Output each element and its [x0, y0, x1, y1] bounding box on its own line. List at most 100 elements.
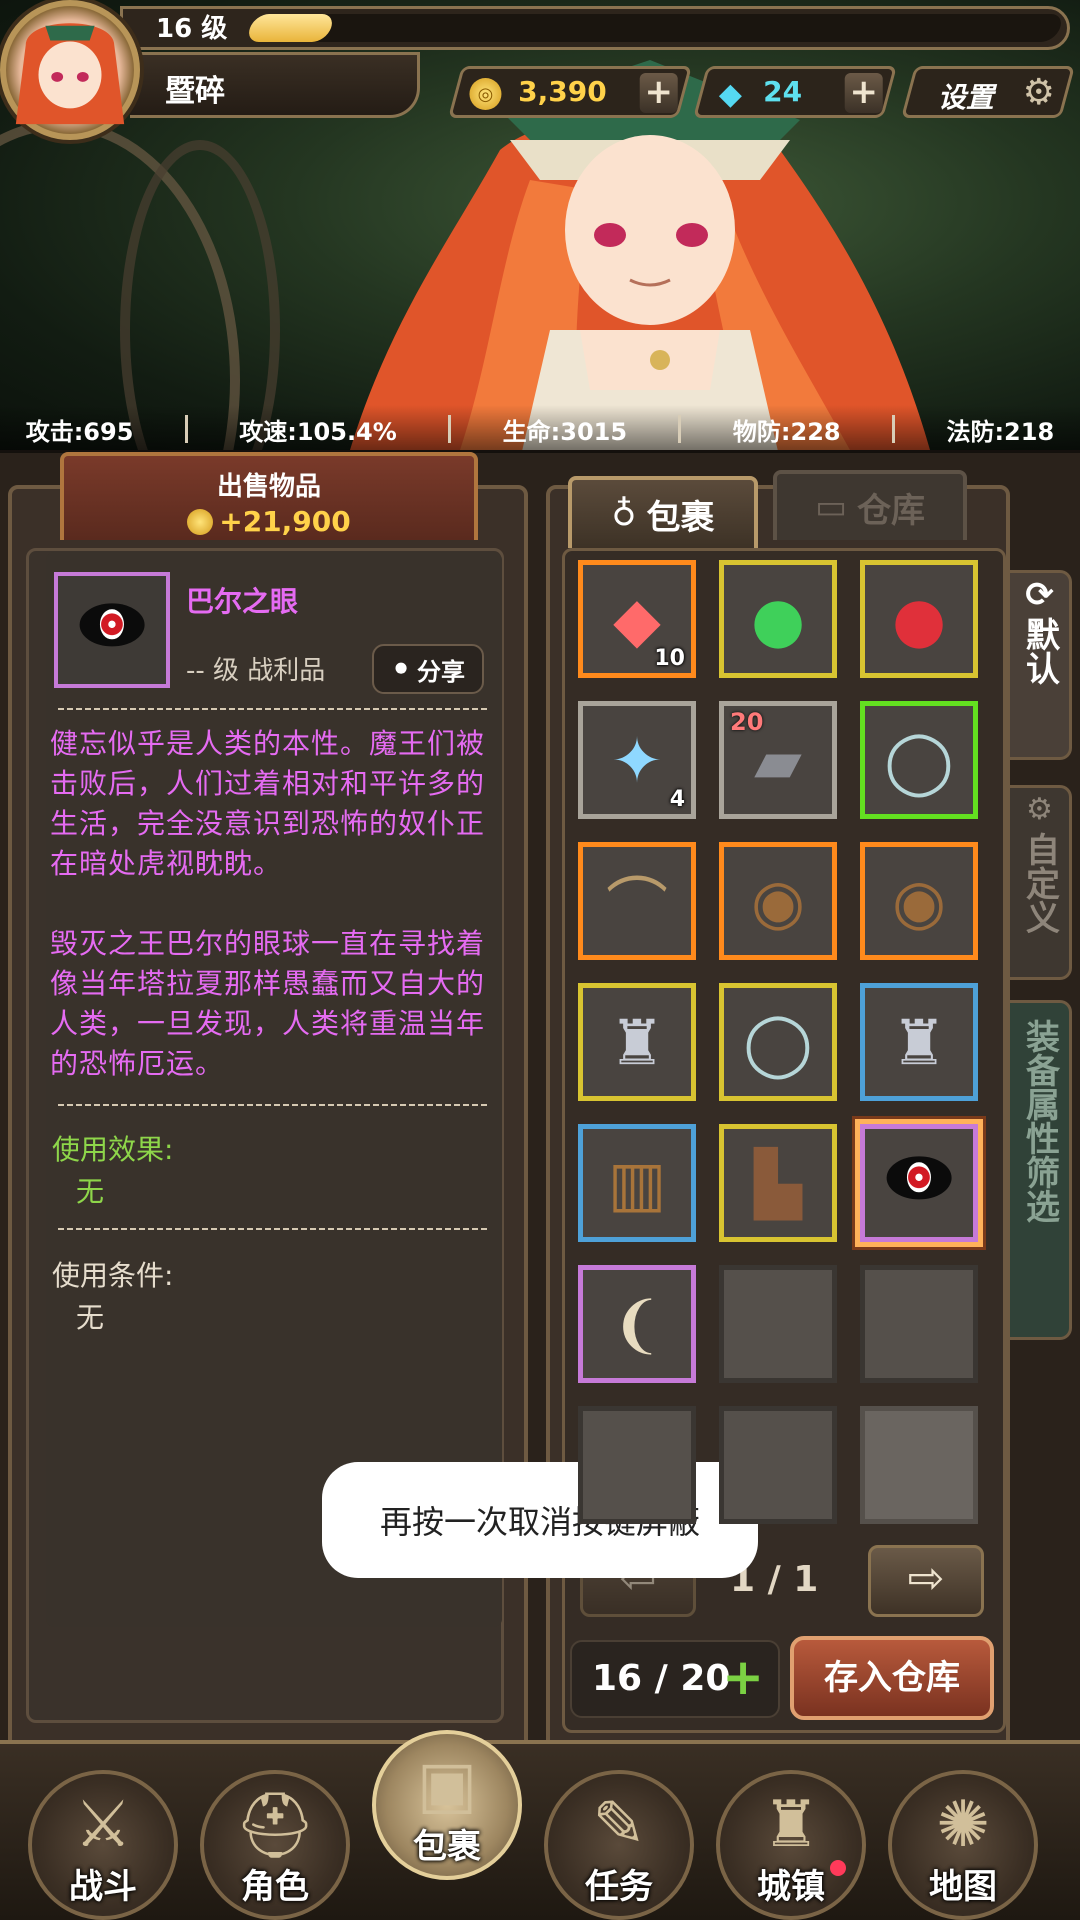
battle-icon: ⚔ — [74, 1788, 132, 1862]
bag-icon: ♁ — [611, 494, 637, 534]
inventory-slot-ice-shard[interactable]: ✦ 4 — [578, 701, 696, 819]
bow-icon: ⌒ — [605, 870, 668, 943]
refresh-icon: ⟳ — [1025, 575, 1054, 615]
share-label: 分享 — [417, 657, 466, 686]
nav-label: 战斗 — [69, 1867, 137, 1907]
stat-divider — [892, 415, 896, 443]
sort-custom-label: 自定义 — [1019, 832, 1060, 934]
sort-default-label: 默认 — [1019, 617, 1060, 685]
item-lore: 毁灭之王巴尔的眼球一直在寻找着像当年塔拉夏那样愚蠢而又自大的人类，一旦发现，人类… — [50, 927, 486, 1080]
xp-bar-fill — [244, 14, 337, 42]
nav-bag[interactable]: ▣ 包裹 — [372, 1730, 522, 1880]
inventory-slot-ring[interactable]: ◯ — [719, 983, 837, 1101]
inventory-slot-crystal-red[interactable]: ◆ 10 — [578, 560, 696, 678]
player-name: 暨碎 — [165, 74, 225, 109]
use-condition-label: 使用条件: — [52, 1259, 174, 1292]
nav-battle[interactable]: ⚔ 战斗 — [28, 1770, 178, 1920]
nav-map[interactable]: ✺ 地图 — [888, 1770, 1038, 1920]
divider — [58, 1228, 488, 1230]
item-quantity: 10 — [654, 646, 685, 671]
empty-slot[interactable] — [719, 1406, 837, 1524]
empty-slot[interactable] — [860, 1265, 978, 1383]
nav-label: 地图 — [929, 1867, 997, 1907]
gold-coin-icon — [187, 508, 214, 535]
inventory-slot-shield-wood[interactable]: ◉ — [719, 842, 837, 960]
store-to-warehouse-button[interactable]: 存入仓库 — [790, 1636, 994, 1720]
gem-green-icon: ● — [750, 582, 806, 656]
settings-button[interactable]: 设置 ⚙ — [901, 66, 1075, 118]
add-gems-button[interactable]: + — [844, 72, 883, 113]
sell-price: +21,900 — [64, 505, 474, 538]
fang-icon: ❨ — [611, 1287, 663, 1361]
item-thumbnail — [54, 572, 170, 688]
avatar-portrait — [15, 23, 125, 125]
gem-red-icon: ● — [891, 582, 947, 656]
inventory-slot-ring[interactable]: ◯ — [860, 701, 978, 819]
inventory-slot-gauntlet[interactable]: ▰ 20 — [719, 701, 837, 819]
equipment-filter-tab[interactable]: 装备属性筛选 — [1010, 1000, 1072, 1340]
tab-bag-label: 包裹 — [646, 497, 715, 538]
shield-wood-icon: ◉ — [750, 864, 806, 938]
stat-divider — [184, 415, 188, 443]
stat-divider — [448, 415, 452, 443]
use-condition-value: 无 — [76, 1301, 105, 1334]
sort-default-tab[interactable]: ⟳ 默认 — [1010, 570, 1072, 760]
stat-attack-speed: 攻速:105.4% — [239, 417, 397, 446]
tab-bag[interactable]: ♁ 包裹 — [568, 476, 758, 548]
inventory-slot-gem-green[interactable]: ● — [719, 560, 837, 678]
share-button[interactable]: ⚫ 分享 — [372, 644, 484, 694]
armor-icon: ♜ — [891, 1005, 947, 1079]
add-gold-button[interactable]: + — [639, 72, 678, 113]
next-page-button[interactable]: ⇨ — [868, 1545, 984, 1617]
empty-slot[interactable] — [860, 1406, 978, 1524]
warehouse-icon: ▭ — [814, 487, 848, 527]
use-effect-value: 无 — [76, 1175, 105, 1208]
notification-dot — [830, 1860, 846, 1876]
nav-label: 包裹 — [413, 1827, 481, 1867]
expand-capacity-button[interactable]: + — [722, 1648, 764, 1706]
inventory-slot-bow[interactable]: ⌒ — [578, 842, 696, 960]
nav-quest[interactable]: ✎ 任务 — [544, 1770, 694, 1920]
shield-wood-icon: ◉ — [891, 864, 947, 938]
nav-label: 角色 — [241, 1867, 309, 1907]
eye-icon — [886, 1156, 952, 1200]
inventory-slot-boot[interactable]: ▙ — [719, 1124, 837, 1242]
player-level: 16 级 — [156, 14, 228, 44]
gold-amount: 3,390 — [518, 75, 607, 108]
inventory-slot-leg-armor[interactable]: ▥ — [578, 1124, 696, 1242]
nav-town[interactable]: ♜ 城镇 — [716, 1770, 866, 1920]
top-bar: 16 级 暨碎 ◎ 3,390 + ◆ 24 + 设置 ⚙ — [0, 0, 1080, 140]
inventory-slot-armor[interactable]: ♜ — [860, 983, 978, 1101]
inventory-slot-fang[interactable]: ❨ — [578, 1265, 696, 1383]
empty-slot[interactable] — [719, 1265, 837, 1383]
item-name: 巴尔之眼 — [186, 585, 299, 618]
diamond-icon: ◆ — [718, 76, 742, 112]
item-subtitle: -- 级 战利品 — [186, 656, 326, 686]
gear-icon: ⚙ — [1026, 792, 1053, 827]
ring-icon: ◯ — [884, 723, 954, 797]
tab-warehouse-label: 仓库 — [857, 490, 926, 531]
divider — [58, 1104, 488, 1106]
tab-warehouse[interactable]: ▭ 仓库 — [773, 470, 967, 540]
leg-armor-icon: ▥ — [607, 1146, 667, 1220]
nav-character[interactable]: ⛑ 角色 — [200, 1770, 350, 1920]
gear-icon: ⚙ — [1022, 72, 1055, 113]
player-avatar[interactable] — [0, 0, 140, 140]
inventory-slot-shield-wood[interactable]: ◉ — [860, 842, 978, 960]
gold-counter: ◎ 3,390 + — [448, 66, 692, 118]
inventory-slot-eye-of-baal[interactable] — [860, 1124, 978, 1242]
item-description: 健忘似乎是人类的本性。魔王们被击败后，人们过着相对和平许多的生活，完全没意识到恐… — [50, 727, 486, 880]
boot-icon: ▙ — [754, 1146, 802, 1220]
stat-physical-defense: 物防:228 — [732, 417, 841, 446]
use-effect-label: 使用效果: — [52, 1133, 174, 1166]
sort-custom-tab[interactable]: ⚙ 自定义 — [1010, 785, 1072, 980]
inventory-slot-armor[interactable]: ♜ — [578, 983, 696, 1101]
quest-icon: ✎ — [592, 1788, 646, 1862]
sell-item-button[interactable]: 出售物品 +21,900 — [60, 452, 478, 540]
inventory-slot-gem-red[interactable]: ● — [860, 560, 978, 678]
nav-label: 任务 — [585, 1867, 653, 1907]
equipment-filter-label: 装备属性筛选 — [1019, 1019, 1060, 1223]
empty-slot[interactable] — [578, 1406, 696, 1524]
share-icon: ⚫ — [390, 655, 412, 683]
bag-capacity: 16 / 20 + — [570, 1640, 780, 1718]
